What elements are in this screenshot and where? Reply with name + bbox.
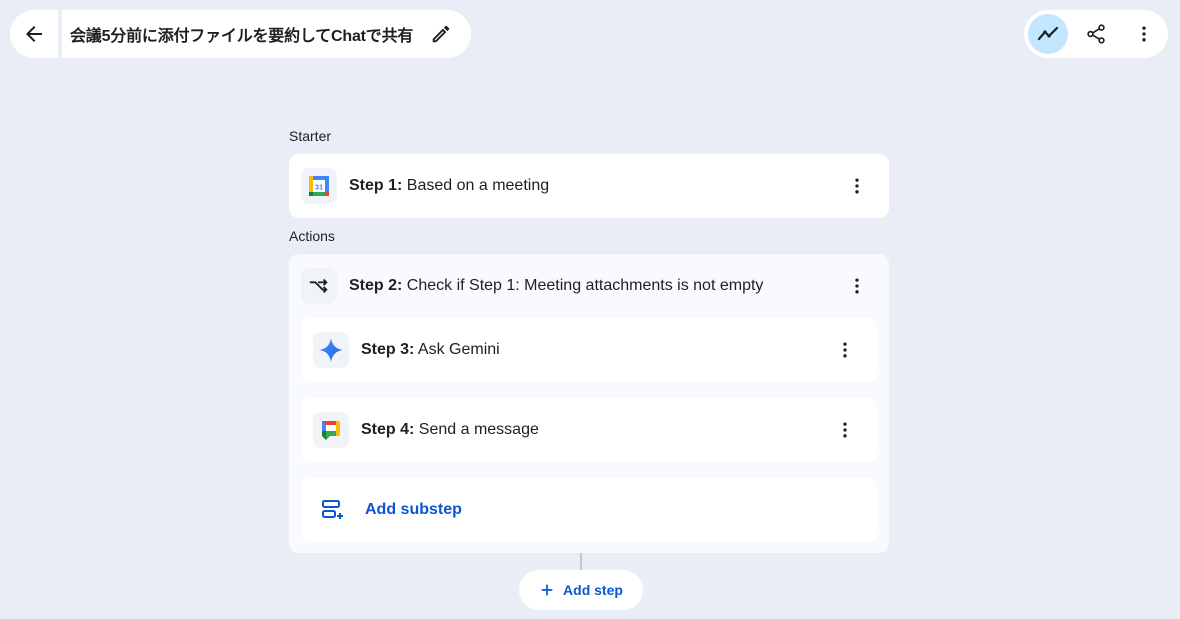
more-vert-icon (855, 178, 859, 194)
title-divider (58, 10, 62, 58)
add-step-label: Add step (563, 582, 623, 598)
pencil-icon (432, 25, 450, 43)
step-2-text: Check if Step 1: Meeting attachments is … (402, 277, 764, 294)
more-options-button[interactable] (1124, 14, 1164, 54)
step-4-card[interactable]: Step 4: Send a message (301, 398, 877, 462)
more-vert-icon (843, 422, 847, 438)
more-vert-icon (1142, 26, 1146, 42)
share-icon (1087, 24, 1105, 44)
activity-button[interactable] (1028, 14, 1068, 54)
toolbar-actions (1024, 10, 1168, 58)
google-chat-icon (313, 412, 349, 448)
add-substep-button[interactable]: Add substep (301, 478, 877, 542)
add-substep-label: Add substep (365, 501, 462, 518)
flow-title[interactable]: 会議5分前に添付ファイルを要約してChatで共有 (70, 22, 413, 46)
step-2-row[interactable]: Step 2: Check if Step 1: Meeting attachm… (289, 254, 889, 318)
step-1-label: Step 1: Based on a meeting (349, 177, 549, 195)
actions-card: Step 2: Check if Step 1: Meeting attachm… (289, 254, 889, 553)
step-1-row[interactable]: 31 Step 1: Based on a meeting (289, 154, 889, 218)
plus-icon (541, 584, 553, 596)
step-4-more-button[interactable] (833, 418, 857, 442)
starter-section-label: Starter (289, 128, 332, 144)
add-step-button[interactable]: Add step (519, 570, 643, 610)
arrow-back-icon (26, 26, 42, 42)
step-4-text: Send a message (414, 421, 539, 438)
step-2-label: Step 2: Check if Step 1: Meeting attachm… (349, 277, 763, 295)
step-1-text: Based on a meeting (402, 177, 550, 194)
step-3-card[interactable]: Step 3: Ask Gemini (301, 318, 877, 382)
google-calendar-icon: 31 (301, 168, 337, 204)
step-2-more-button[interactable] (845, 274, 869, 298)
step-3-prefix: Step 3: (361, 341, 415, 358)
calendar-day: 31 (315, 183, 323, 192)
step-1-more-button[interactable] (845, 174, 869, 198)
step-2-prefix: Step 2: (349, 277, 403, 294)
share-button[interactable] (1076, 14, 1116, 54)
add-substep-icon (322, 500, 343, 519)
step-3-more-button[interactable] (833, 338, 857, 362)
title-bar: 会議5分前に添付ファイルを要約してChatで共有 (10, 10, 471, 58)
actions-section-label: Actions (289, 228, 335, 244)
back-button[interactable] (10, 10, 58, 58)
step-4-prefix: Step 4: (361, 421, 415, 438)
step-3-label: Step 3: Ask Gemini (361, 341, 500, 359)
edit-title-button[interactable] (425, 18, 457, 50)
condition-branch-icon (301, 268, 337, 304)
gemini-sparkle-icon (313, 332, 349, 368)
step-3-text: Ask Gemini (414, 341, 500, 358)
activity-icon (1037, 26, 1059, 41)
step-1-prefix: Step 1: (349, 177, 403, 194)
flow-connector-line (580, 553, 582, 570)
more-vert-icon (843, 342, 847, 358)
more-vert-icon (855, 278, 859, 294)
step-4-label: Step 4: Send a message (361, 421, 539, 439)
starter-card[interactable]: 31 Step 1: Based on a meeting (289, 154, 889, 218)
